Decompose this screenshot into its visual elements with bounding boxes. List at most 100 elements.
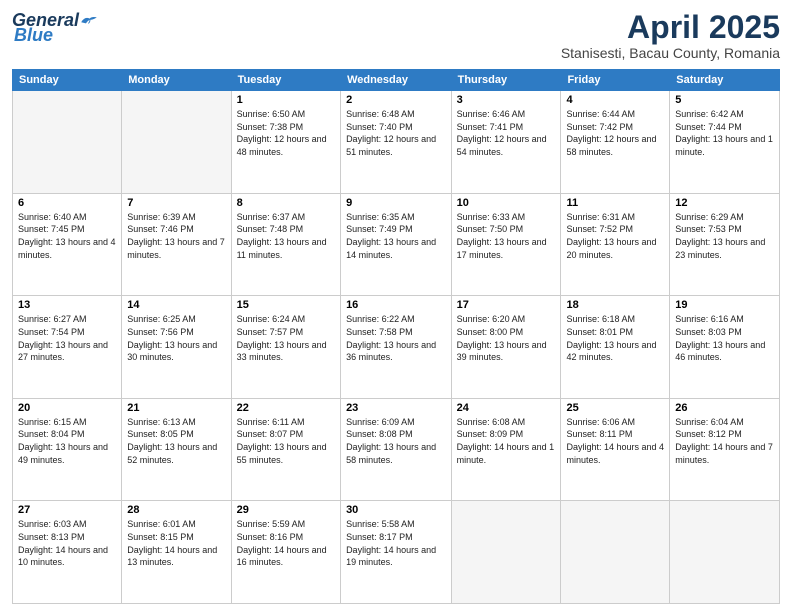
day-number: 24: [457, 402, 556, 414]
day-number: 19: [675, 299, 774, 311]
day-info: Sunrise: 6:50 AMSunset: 7:38 PMDaylight:…: [237, 108, 335, 158]
calendar-cell: 10 Sunrise: 6:33 AMSunset: 7:50 PMDayligh…: [451, 193, 561, 296]
day-number: 14: [127, 299, 225, 311]
calendar-week-1: 1 Sunrise: 6:50 AMSunset: 7:38 PMDaylight…: [13, 91, 780, 194]
day-number: 2: [346, 94, 446, 106]
day-number: 17: [457, 299, 556, 311]
calendar-cell: 16 Sunrise: 6:22 AMSunset: 7:58 PMDayligh…: [341, 296, 452, 399]
calendar-week-4: 20 Sunrise: 6:15 AMSunset: 8:04 PMDayligh…: [13, 398, 780, 501]
day-number: 28: [127, 504, 225, 516]
calendar-week-5: 27 Sunrise: 6:03 AMSunset: 8:13 PMDayligh…: [13, 501, 780, 604]
day-info: Sunrise: 6:31 AMSunset: 7:52 PMDaylight:…: [566, 211, 664, 261]
logo-blue: Blue: [14, 25, 53, 46]
day-info: Sunrise: 6:08 AMSunset: 8:09 PMDaylight:…: [457, 416, 556, 466]
calendar-cell: 21 Sunrise: 6:13 AMSunset: 8:05 PMDayligh…: [122, 398, 231, 501]
day-number: 11: [566, 197, 664, 209]
calendar-cell: 7 Sunrise: 6:39 AMSunset: 7:46 PMDaylight…: [122, 193, 231, 296]
day-info: Sunrise: 6:01 AMSunset: 8:15 PMDaylight:…: [127, 518, 225, 568]
day-number: 3: [457, 94, 556, 106]
weekday-header-tuesday: Tuesday: [231, 70, 340, 91]
day-number: 18: [566, 299, 664, 311]
calendar-cell: [122, 91, 231, 194]
day-number: 20: [18, 402, 116, 414]
calendar-cell: 23Sunrise: 6:09 AMSunset: 8:08 PMDayligh…: [341, 398, 452, 501]
weekday-header-friday: Friday: [561, 70, 670, 91]
day-info: Sunrise: 6:33 AMSunset: 7:50 PMDaylight:…: [457, 211, 556, 261]
weekday-header-sunday: Sunday: [13, 70, 122, 91]
calendar-cell: 1 Sunrise: 6:50 AMSunset: 7:38 PMDaylight…: [231, 91, 340, 194]
calendar-cell: 22 Sunrise: 6:11 AMSunset: 8:07 PMDayligh…: [231, 398, 340, 501]
day-info: Sunrise: 6:20 AMSunset: 8:00 PMDaylight:…: [457, 313, 556, 363]
day-info: Sunrise: 6:37 AMSunset: 7:48 PMDaylight:…: [237, 211, 335, 261]
calendar-cell: 27 Sunrise: 6:03 AMSunset: 8:13 PMDayligh…: [13, 501, 122, 604]
weekday-header-wednesday: Wednesday: [341, 70, 452, 91]
day-info: Sunrise: 6:48 AMSunset: 7:40 PMDaylight:…: [346, 108, 446, 158]
day-info: Sunrise: 6:46 AMSunset: 7:41 PMDaylight:…: [457, 108, 556, 158]
day-number: 8: [237, 197, 335, 209]
calendar-cell: 24 Sunrise: 6:08 AMSunset: 8:09 PMDayligh…: [451, 398, 561, 501]
day-number: 22: [237, 402, 335, 414]
calendar-cell: 4 Sunrise: 6:44 AMSunset: 7:42 PMDaylight…: [561, 91, 670, 194]
day-number: 27: [18, 504, 116, 516]
calendar-cell: 11 Sunrise: 6:31 AMSunset: 7:52 PMDayligh…: [561, 193, 670, 296]
calendar-cell: 13Sunrise: 6:27 AMSunset: 7:54 PMDayligh…: [13, 296, 122, 399]
day-number: 4: [566, 94, 664, 106]
day-info: Sunrise: 6:39 AMSunset: 7:46 PMDaylight:…: [127, 211, 225, 261]
calendar-cell: 26 Sunrise: 6:04 AMSunset: 8:12 PMDayligh…: [670, 398, 780, 501]
day-info: Sunrise: 6:16 AMSunset: 8:03 PMDaylight:…: [675, 313, 774, 363]
calendar-cell: [451, 501, 561, 604]
calendar-cell: 25 Sunrise: 6:06 AMSunset: 8:11 PMDayligh…: [561, 398, 670, 501]
day-number: 21: [127, 402, 225, 414]
weekday-header-thursday: Thursday: [451, 70, 561, 91]
page: General Blue April 2025 Stanisesti, Baca…: [0, 0, 792, 612]
calendar-cell: 30Sunrise: 5:58 AMSunset: 8:17 PMDayligh…: [341, 501, 452, 604]
day-number: 1: [237, 94, 335, 106]
calendar-cell: 14Sunrise: 6:25 AMSunset: 7:56 PMDayligh…: [122, 296, 231, 399]
calendar-cell: 17 Sunrise: 6:20 AMSunset: 8:00 PMDayligh…: [451, 296, 561, 399]
day-info: Sunrise: 6:44 AMSunset: 7:42 PMDaylight:…: [566, 108, 664, 158]
calendar-cell: 5 Sunrise: 6:42 AMSunset: 7:44 PMDaylight…: [670, 91, 780, 194]
day-info: Sunrise: 6:18 AMSunset: 8:01 PMDaylight:…: [566, 313, 664, 363]
day-info: Sunrise: 6:06 AMSunset: 8:11 PMDaylight:…: [566, 416, 664, 466]
weekday-header-saturday: Saturday: [670, 70, 780, 91]
calendar-cell: 3 Sunrise: 6:46 AMSunset: 7:41 PMDaylight…: [451, 91, 561, 194]
day-number: 6: [18, 197, 116, 209]
day-number: 9: [346, 197, 446, 209]
day-info: Sunrise: 6:24 AMSunset: 7:57 PMDaylight:…: [237, 313, 335, 363]
title-block: April 2025 Stanisesti, Bacau County, Rom…: [561, 10, 780, 61]
calendar-cell: 19 Sunrise: 6:16 AMSunset: 8:03 PMDayligh…: [670, 296, 780, 399]
day-info: Sunrise: 6:09 AMSunset: 8:08 PMDaylight:…: [346, 416, 446, 466]
calendar-cell: 2 Sunrise: 6:48 AMSunset: 7:40 PMDaylight…: [341, 91, 452, 194]
calendar-cell: 15 Sunrise: 6:24 AMSunset: 7:57 PMDayligh…: [231, 296, 340, 399]
day-info: Sunrise: 6:03 AMSunset: 8:13 PMDaylight:…: [18, 518, 116, 568]
weekday-header-monday: Monday: [122, 70, 231, 91]
day-number: 5: [675, 94, 774, 106]
logo: General Blue: [12, 10, 98, 46]
day-number: 16: [346, 299, 446, 311]
day-info: Sunrise: 6:22 AMSunset: 7:58 PMDaylight:…: [346, 313, 446, 363]
day-info: Sunrise: 6:04 AMSunset: 8:12 PMDaylight:…: [675, 416, 774, 466]
calendar-cell: 12Sunrise: 6:29 AMSunset: 7:53 PMDayligh…: [670, 193, 780, 296]
calendar-cell: [13, 91, 122, 194]
day-info: Sunrise: 6:42 AMSunset: 7:44 PMDaylight:…: [675, 108, 774, 158]
header: General Blue April 2025 Stanisesti, Baca…: [12, 10, 780, 61]
day-number: 30: [346, 504, 446, 516]
calendar-header-row: SundayMondayTuesdayWednesdayThursdayFrid…: [13, 70, 780, 91]
calendar-cell: 8 Sunrise: 6:37 AMSunset: 7:48 PMDaylight…: [231, 193, 340, 296]
day-number: 25: [566, 402, 664, 414]
calendar-cell: 28 Sunrise: 6:01 AMSunset: 8:15 PMDayligh…: [122, 501, 231, 604]
day-info: Sunrise: 6:11 AMSunset: 8:07 PMDaylight:…: [237, 416, 335, 466]
day-number: 12: [675, 197, 774, 209]
day-number: 15: [237, 299, 335, 311]
day-number: 26: [675, 402, 774, 414]
day-info: Sunrise: 6:15 AMSunset: 8:04 PMDaylight:…: [18, 416, 116, 466]
location-title: Stanisesti, Bacau County, Romania: [561, 45, 780, 61]
day-number: 7: [127, 197, 225, 209]
calendar-cell: [561, 501, 670, 604]
day-info: Sunrise: 6:13 AMSunset: 8:05 PMDaylight:…: [127, 416, 225, 466]
calendar-cell: 18 Sunrise: 6:18 AMSunset: 8:01 PMDayligh…: [561, 296, 670, 399]
calendar-week-2: 6Sunrise: 6:40 AMSunset: 7:45 PMDaylight…: [13, 193, 780, 296]
day-number: 10: [457, 197, 556, 209]
calendar-cell: 20 Sunrise: 6:15 AMSunset: 8:04 PMDayligh…: [13, 398, 122, 501]
month-title: April 2025: [561, 10, 780, 45]
